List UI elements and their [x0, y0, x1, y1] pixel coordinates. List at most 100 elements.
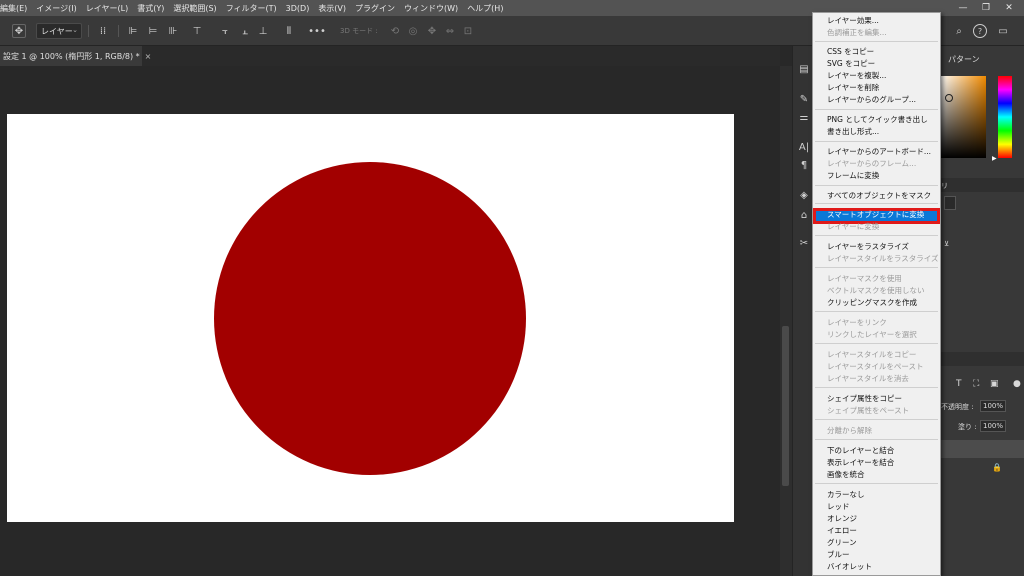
menu-layer[interactable]: レイヤー(L)	[86, 3, 128, 14]
brush-icon[interactable]: ✎	[797, 92, 811, 106]
align-middle-icon[interactable]: ⫠	[238, 24, 252, 38]
context-menu-item[interactable]: グリーン	[827, 537, 939, 549]
context-menu-item[interactable]: 下のレイヤーと結合	[827, 445, 939, 457]
context-menu-item[interactable]: シェイプ属性をコピー	[827, 393, 939, 405]
context-menu-item[interactable]: フレームに変換	[827, 170, 939, 182]
help-icon[interactable]: ?	[973, 24, 987, 38]
auto-select-dropdown[interactable]: レイヤー ⌄	[36, 23, 82, 39]
adjustments-icon[interactable]: ⚌	[797, 110, 811, 124]
layer-row[interactable]	[940, 440, 1024, 458]
context-menu-item[interactable]: ブルー	[827, 549, 939, 561]
character-icon[interactable]: A|	[797, 140, 811, 154]
context-menu-item[interactable]: オレンジ	[827, 513, 939, 525]
context-menu-item[interactable]: ベクトルマスクを使用しない	[827, 285, 939, 297]
move-tool-icon[interactable]: ✥	[12, 24, 26, 38]
minimize-icon[interactable]: —	[952, 0, 974, 16]
3d-orbit-icon[interactable]: ⟲	[388, 24, 402, 38]
context-menu-item[interactable]: シェイプ属性をペースト	[827, 405, 939, 417]
context-menu-item[interactable]: バイオレット	[827, 561, 939, 573]
3d-roll-icon[interactable]: ◎	[406, 24, 420, 38]
tab-patterns[interactable]: パターン	[948, 54, 980, 65]
align-right-icon[interactable]: ⊪	[166, 24, 180, 38]
menu-help[interactable]: ヘルプ(H)	[467, 3, 503, 14]
color-picker-ring[interactable]	[945, 94, 953, 102]
opacity-input[interactable]: 100%	[980, 400, 1006, 412]
context-menu-item[interactable]: レイヤースタイルをペースト	[827, 361, 939, 373]
3d-scale-icon[interactable]: ⊡	[461, 24, 475, 38]
context-menu-item[interactable]: スマートオブジェクトに変換	[827, 209, 939, 221]
context-menu-item[interactable]: レイヤースタイルをコピー	[827, 349, 939, 361]
menu-edit[interactable]: 編集(E)	[0, 3, 27, 14]
menu-3d[interactable]: 3D(D)	[286, 4, 310, 13]
transform-controls-icon[interactable]: ⁞⁞	[96, 24, 110, 38]
more-options-icon[interactable]: •••	[308, 24, 326, 38]
context-menu-item[interactable]: レイヤーからのフレーム...	[827, 158, 939, 170]
align-icon[interactable]: ⊻	[944, 240, 949, 248]
context-menu-item[interactable]: すべてのオブジェクトをマスク	[827, 190, 939, 202]
align-vcenter-icon[interactable]: ⫟	[218, 24, 232, 38]
vertical-scrollbar[interactable]	[780, 66, 792, 576]
menu-select[interactable]: 選択範囲(S)	[173, 3, 216, 14]
align-top-icon[interactable]: ⊤	[190, 24, 204, 38]
filter-toggle-icon[interactable]: ●	[1013, 379, 1021, 389]
menu-plugins[interactable]: プラグイン	[355, 3, 395, 14]
menu-window[interactable]: ウィンドウ(W)	[404, 3, 458, 14]
context-menu-item[interactable]: クリッピングマスクを作成	[827, 297, 939, 309]
align-center-icon[interactable]: ⊨	[146, 24, 160, 38]
panel-tab-fragment[interactable]: リ	[941, 181, 948, 191]
panel-field[interactable]	[944, 196, 956, 210]
history-icon[interactable]: ▤	[797, 62, 811, 76]
artboard[interactable]	[7, 114, 734, 522]
menu-filter[interactable]: フィルター(T)	[226, 3, 277, 14]
context-menu-item[interactable]: レイヤーを削除	[827, 82, 939, 94]
canvas-area[interactable]	[0, 66, 780, 576]
context-menu-item[interactable]: レイヤーをリンク	[827, 317, 939, 329]
menu-type[interactable]: 書式(Y)	[137, 3, 164, 14]
red-circle-shape[interactable]	[214, 162, 526, 475]
context-menu-item[interactable]: リンクしたレイヤーを選択	[827, 329, 939, 341]
3d-pan-icon[interactable]: ✥	[425, 24, 439, 38]
context-menu-item[interactable]: レイヤーを複製...	[827, 70, 939, 82]
context-menu-item[interactable]: 分離から解除	[827, 425, 939, 437]
menu-view[interactable]: 表示(V)	[318, 3, 346, 14]
smart-object-icon[interactable]: ▣	[990, 379, 999, 389]
context-menu-item[interactable]: レッド	[827, 501, 939, 513]
context-menu-item[interactable]: 色調補正を編集...	[827, 27, 939, 39]
context-menu-item[interactable]: レイヤーをラスタライズ	[827, 241, 939, 253]
context-menu-item[interactable]: 画像を統合	[827, 469, 939, 481]
close-tab-icon[interactable]: ×	[145, 52, 152, 61]
context-menu-item[interactable]: CSS をコピー	[827, 46, 939, 58]
scrollbar-thumb[interactable]	[782, 326, 789, 486]
hue-marker-icon[interactable]: ▶	[992, 155, 997, 162]
color-picker-field[interactable]	[940, 76, 986, 158]
menu-image[interactable]: イメージ(I)	[36, 3, 76, 14]
tools-icon[interactable]: ✂	[797, 236, 811, 250]
align-bottom-icon[interactable]: ⊥	[256, 24, 270, 38]
libraries-icon[interactable]: ⌂	[797, 208, 811, 222]
context-menu-item[interactable]: レイヤーからのアートボード...	[827, 146, 939, 158]
context-menu-item[interactable]: SVG をコピー	[827, 58, 939, 70]
context-menu-item[interactable]: カラーなし	[827, 489, 939, 501]
workspace-icon[interactable]: ▭	[996, 24, 1010, 38]
styles-icon[interactable]: ◈	[797, 188, 811, 202]
text-layer-icon[interactable]: T	[956, 379, 962, 389]
3d-slide-icon[interactable]: ⇔	[443, 24, 457, 38]
context-menu-item[interactable]: レイヤーからのグループ...	[827, 94, 939, 106]
context-menu-item[interactable]: レイヤー効果...	[827, 15, 939, 27]
distribute-icon[interactable]: ⦀	[282, 24, 296, 38]
context-menu-item[interactable]: レイヤーマスクを使用	[827, 273, 939, 285]
context-menu-item[interactable]: レイヤースタイルを消去	[827, 373, 939, 385]
maximize-icon[interactable]: ❐	[975, 0, 997, 16]
context-menu-item[interactable]: レイヤーに変換	[827, 221, 939, 233]
context-menu-item[interactable]: レイヤースタイルをラスタライズ	[827, 253, 939, 265]
lock-icon[interactable]: 🔒	[992, 463, 1002, 472]
context-menu-item[interactable]: 表示レイヤーを結合	[827, 457, 939, 469]
hue-slider[interactable]	[998, 76, 1012, 158]
shape-layer-icon[interactable]: ⛶	[973, 379, 979, 389]
fill-input[interactable]: 100%	[980, 420, 1006, 432]
close-window-icon[interactable]: ✕	[998, 0, 1020, 16]
search-icon[interactable]: ⌕	[952, 24, 966, 38]
document-tab[interactable]: 設定 1 @ 100% (楕円形 1, RGB/8) * ×	[0, 46, 151, 66]
context-menu-item[interactable]: PNG としてクイック書き出し	[827, 114, 939, 126]
align-left-icon[interactable]: ⊫	[126, 24, 140, 38]
